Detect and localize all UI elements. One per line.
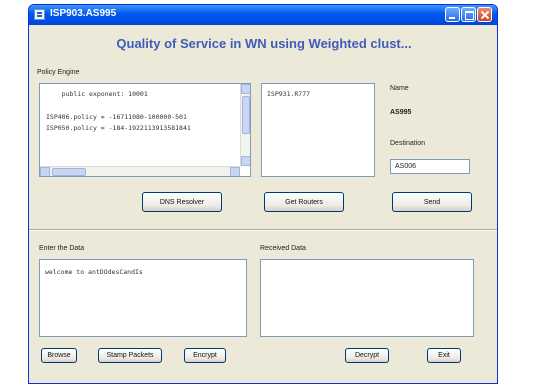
close-button[interactable] xyxy=(477,7,492,22)
policy-engine-textarea[interactable]: public exponent: 10001 ISP406.policy = -… xyxy=(39,83,251,177)
window-title: ISP903.AS995 xyxy=(50,8,117,19)
policy-horizontal-scrollbar[interactable] xyxy=(40,166,240,176)
scroll-thumb-horizontal[interactable] xyxy=(52,168,86,176)
app-icon xyxy=(34,9,45,20)
policy-line-1: public exponent: 10001 xyxy=(46,90,148,98)
policy-vertical-scrollbar[interactable] xyxy=(240,84,250,166)
encrypt-button[interactable]: Encrypt xyxy=(184,348,226,363)
enter-data-textarea[interactable]: welcome to antDOdesCandIs xyxy=(39,259,247,337)
stamp-packets-button[interactable]: Stamp Packets xyxy=(98,348,162,363)
section-divider xyxy=(29,229,497,231)
dns-resolver-button[interactable]: DNS Resolver xyxy=(142,192,222,212)
scroll-down-arrow-icon[interactable] xyxy=(241,156,250,166)
scroll-left-arrow-icon[interactable] xyxy=(40,167,50,176)
send-button[interactable]: Send xyxy=(392,192,472,212)
destination-input[interactable]: AS006 xyxy=(390,159,470,174)
exit-button[interactable]: Exit xyxy=(427,348,461,363)
scroll-thumb[interactable] xyxy=(242,96,250,134)
received-data-textarea[interactable] xyxy=(260,259,474,337)
name-label: Name xyxy=(390,85,409,92)
scroll-right-arrow-icon[interactable] xyxy=(230,167,240,176)
name-value: AS995 xyxy=(390,109,412,116)
policy-engine-label: Policy Engine xyxy=(37,69,80,76)
page-title: Quality of Service in WN using Weighted … xyxy=(116,36,412,51)
scroll-up-arrow-icon[interactable] xyxy=(241,84,250,94)
title-bar[interactable]: ISP903.AS995 xyxy=(29,5,497,25)
isp-list-item[interactable]: ISP931.R777 xyxy=(267,90,310,98)
enter-data-label: Enter the Data xyxy=(39,245,85,252)
browse-button[interactable]: Browse xyxy=(41,348,77,363)
app-window: ISP903.AS995 Quality of Service in WN us… xyxy=(28,4,498,384)
maximize-button[interactable] xyxy=(461,7,476,22)
policy-line-4: ISP050.policy = -184-1922113913581841 xyxy=(46,124,191,132)
destination-label: Destination xyxy=(390,140,426,147)
get-routers-button[interactable]: Get Routers xyxy=(264,192,344,212)
received-data-label: Received Data xyxy=(260,245,306,252)
minimize-button[interactable] xyxy=(445,7,460,22)
decrypt-button[interactable]: Decrypt xyxy=(345,348,389,363)
policy-line-3: ISP406.policy = -16711080-100000-501 xyxy=(46,113,187,121)
enter-data-text: welcome to antDOdesCandIs xyxy=(45,268,143,276)
isp-list-box[interactable]: ISP931.R777 xyxy=(261,83,375,177)
